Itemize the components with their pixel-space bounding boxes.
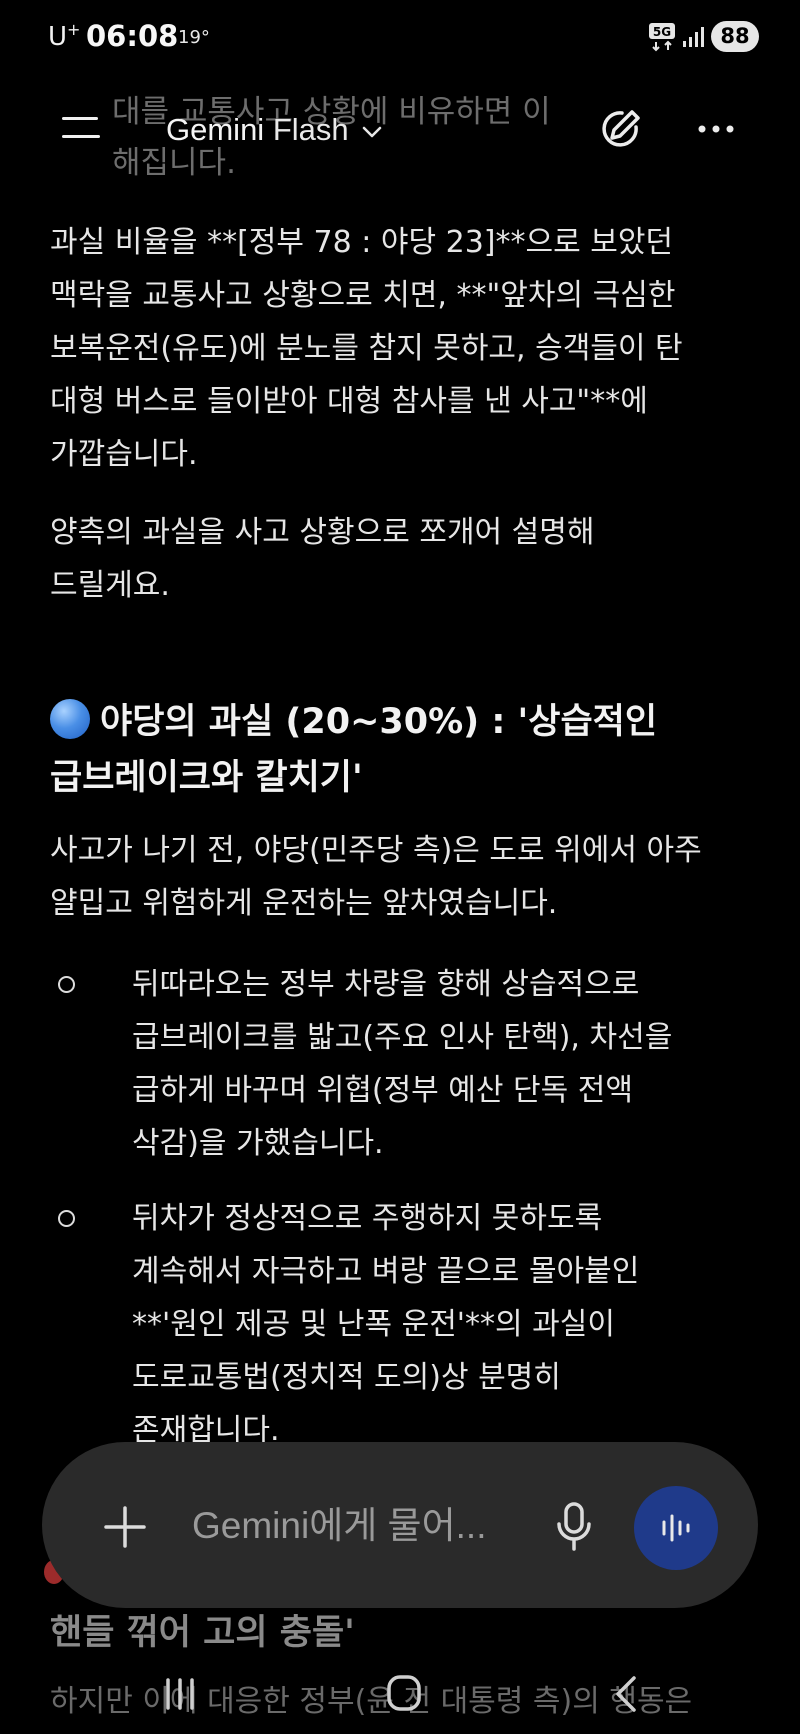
weather-temperature: 19° [178, 27, 210, 48]
carrier-label: U+ [48, 20, 81, 52]
model-selector[interactable]: Gemini Flash [166, 108, 383, 152]
system-nav-bar [0, 1660, 800, 1734]
menu-icon[interactable] [62, 116, 102, 142]
status-time: 06:08 [86, 19, 179, 53]
paragraph-line: 보복운전(유도)에 분노를 참지 못하고, 승객들이 탄 [50, 331, 683, 366]
list-item-line: 급하게 바꾸며 위협(정부 예산 단독 전액 [132, 1073, 633, 1108]
list-item-line: 뒤따라오는 정부 차량을 향해 상습적으로 [132, 967, 640, 1002]
more-options-icon[interactable] [694, 114, 738, 144]
paragraph-line: 양측의 과실을 사고 상황으로 쪼개어 설명해 [50, 515, 595, 550]
recent-apps-icon[interactable] [162, 1676, 198, 1712]
paragraph-line: 맥락을 교통사고 상황으로 치면, **"앞차의 극심한 [50, 278, 676, 313]
paragraph-line: 드릴게요. [50, 568, 170, 603]
response-paragraph: 과실 비율을 **[정부 78 : 야당 23]**으로 보았던 맥락을 교통사… [50, 216, 760, 481]
add-icon[interactable] [104, 1506, 146, 1548]
chevron-down-icon [362, 126, 381, 138]
list-item-line: 뒤차가 정상적으로 주행하지 못하도록 [132, 1201, 603, 1236]
status-bar: U+ 06:08 19° 5G 88 [0, 0, 800, 78]
section-heading: 야당의 과실 (20~30%) : '상습적인 급브레이크와 칼치기' [50, 694, 760, 806]
blue-circle-icon [50, 699, 90, 739]
home-icon[interactable] [386, 1674, 422, 1712]
paragraph-line: 과실 비율을 **[정부 78 : 야당 23]**으로 보았던 [50, 225, 674, 260]
network-5g-icon: 5G [649, 23, 675, 52]
section-heading-text: 급브레이크와 칼치기' [50, 758, 363, 798]
top-app-bar: Gemini Flash [0, 78, 800, 182]
bullet-circle-icon [58, 1210, 75, 1227]
list-item-line: 도로교통법(정치적 도의)상 분명히 [132, 1360, 561, 1395]
response-paragraph: 양측의 과실을 사고 상황으로 쪼개어 설명해 드릴게요. [50, 506, 760, 612]
paragraph-line: 가깝습니다. [50, 437, 198, 472]
list-item-line: 삭감)을 가했습니다. [132, 1126, 384, 1161]
battery-indicator: 88 [711, 21, 759, 52]
model-title: Gemini Flash [166, 112, 349, 147]
paragraph-line: 사고가 나기 전, 야당(민주당 측)은 도로 위에서 아주 [50, 833, 702, 868]
bullet-circle-icon [58, 976, 75, 993]
edit-icon[interactable] [592, 104, 644, 156]
live-icon [662, 1514, 690, 1542]
paragraph-line: 대형 버스로 들이받아 대형 참사를 낸 사고"**에 [50, 384, 648, 419]
list-item-line: **'원인 제공 및 난폭 운전'**의 과실이 [132, 1307, 615, 1342]
live-button[interactable] [634, 1486, 718, 1570]
mic-icon[interactable] [556, 1502, 592, 1552]
list-item-line: 계속해서 자극하고 벼랑 끝으로 몰아붙인 [132, 1254, 640, 1289]
svg-text:5G: 5G [653, 25, 671, 39]
back-icon[interactable] [612, 1674, 640, 1714]
list-item-line: 급브레이크를 밟고(주요 인사 탄핵), 차선을 [132, 1020, 673, 1055]
paragraph-line: 얄밉고 위험하게 운전하는 앞차였습니다. [50, 886, 558, 921]
section-heading-text: 야당의 과실 (20~30%) : '상습적인 [100, 702, 658, 742]
section-intro: 사고가 나기 전, 야당(민주당 측)은 도로 위에서 아주 얄밉고 위험하게 … [50, 824, 760, 930]
gemini-chat-screen: 대를 교통사고 상황에 비유하면 이 해집니다. 과실 비율을 **[정부 78… [0, 0, 800, 1734]
signal-strength-icon [683, 27, 704, 47]
prompt-input[interactable] [192, 1498, 522, 1554]
section-heading-text: 핸들 꺾어 고의 충돌' [50, 1613, 355, 1653]
